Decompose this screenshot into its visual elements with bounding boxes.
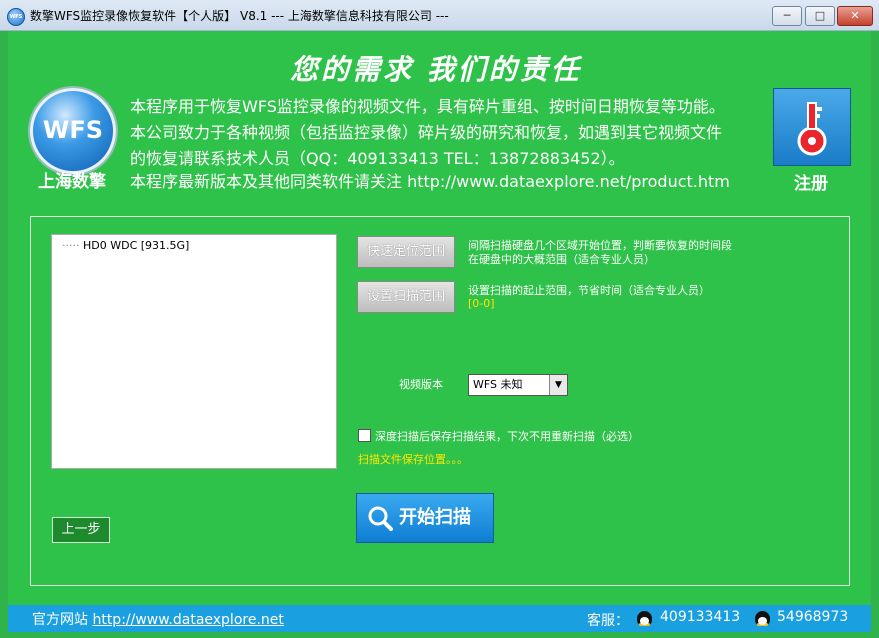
slogan: 您的需求 我们的责任 (290, 53, 582, 86)
set-range-button[interactable]: 设置扫描范围 (357, 281, 455, 313)
save-location-link[interactable]: 扫描文件保存位置。。。 (358, 451, 468, 467)
deep-scan-checkbox[interactable] (358, 429, 371, 442)
minimize-button[interactable]: ─ (772, 6, 802, 26)
qq-penguin-icon (755, 611, 770, 626)
description-line-3: 的恢复请联系技术人员（QQ：409133413 TEL：13872883452）… (130, 149, 625, 168)
qq-number-2[interactable]: 54968973 (777, 609, 848, 625)
qq-number-1[interactable]: 409133413 (660, 609, 740, 625)
company-name: 上海数擎 (38, 172, 106, 192)
official-site-label: 官方网站 (32, 612, 88, 628)
tree-connector: ····· (62, 239, 80, 252)
video-version-label: 视频版本 (399, 378, 443, 391)
quick-locate-button[interactable]: 快速定位范围 (357, 236, 455, 268)
description-line-2: 本公司致力于各种视频（包括监控录像）碎片级的研究和恢复，如遇到其它视频文件 (130, 123, 723, 142)
description-line-1: 本程序用于恢复WFS监控录像的视频文件，具有碎片重组、按时间日期恢复等功能。 (130, 97, 725, 116)
official-site-link[interactable]: http://www.dataexplore.net (92, 612, 283, 628)
quick-locate-hint-2: 在硬盘中的大概范围（适合专业人员） (468, 253, 655, 266)
key-icon (797, 102, 827, 156)
deep-scan-label[interactable]: 深度扫描后保存扫描结果，下次不用重新扫描（必选） (375, 428, 639, 444)
window-title: 数擎WFS监控录像恢复软件【个人版】 V8.1 --- 上海数擎信息科技有限公司… (30, 9, 449, 23)
disk-tree[interactable]: ····· HD0 WDC [931.5G] (51, 234, 337, 469)
wfs-logo: WFS (30, 88, 116, 174)
search-icon (368, 506, 393, 531)
video-version-value: WFS 未知 (473, 378, 523, 391)
tree-item-disk[interactable]: ····· HD0 WDC [931.5G] (62, 239, 189, 252)
chevron-down-icon[interactable]: ▼ (549, 375, 567, 395)
register-label[interactable]: 注册 (773, 169, 849, 194)
title-bar: WFS 数擎WFS监控录像恢复软件【个人版】 V8.1 --- 上海数擎信息科技… (0, 0, 879, 31)
disk-label: HD0 WDC [931.5G] (82, 239, 190, 252)
qq-penguin-icon (637, 611, 652, 626)
range-value: [0-0] (468, 297, 495, 310)
start-scan-button[interactable]: 开始扫描 (356, 493, 494, 543)
maximize-button[interactable]: □ (805, 6, 835, 26)
start-scan-label: 开始扫描 (399, 507, 471, 528)
app-icon: WFS (7, 8, 25, 26)
set-range-hint: 设置扫描的起止范围，节省时间（适合专业人员） (468, 284, 710, 297)
close-button[interactable]: ✕ (837, 6, 873, 26)
video-version-select[interactable]: WFS 未知 ▼ (468, 374, 568, 396)
register-button[interactable] (773, 88, 851, 166)
description-line-4: 本程序最新版本及其他同类软件请关注 http://www.dataexplore… (130, 172, 730, 191)
previous-step-button[interactable]: 上一步 (52, 517, 110, 543)
service-label: 客服： (587, 613, 629, 629)
official-site[interactable]: 官方网站 http://www.dataexplore.net (32, 609, 284, 629)
